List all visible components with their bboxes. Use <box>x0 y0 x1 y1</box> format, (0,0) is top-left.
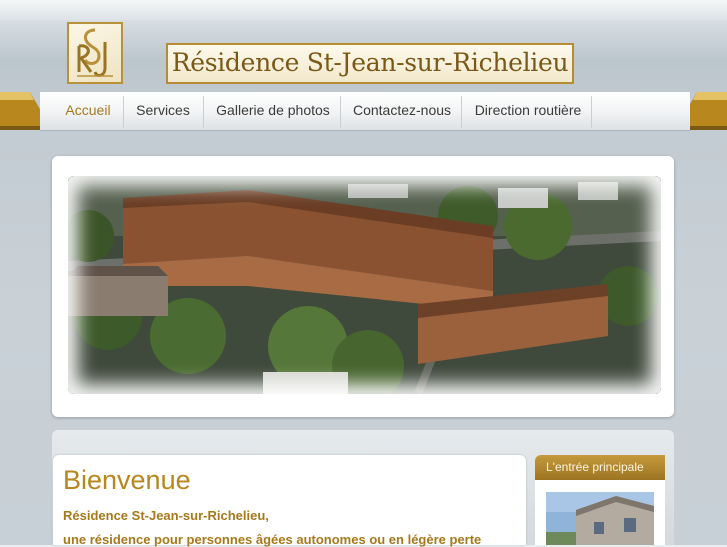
intro-line-1: Résidence St-Jean-sur-Richelieu, <box>63 508 269 523</box>
sidebar-title: L'entrée principale <box>546 460 644 474</box>
nav-divider <box>203 96 204 128</box>
main-content-panel: Bienvenue Résidence St-Jean-sur-Richelie… <box>53 455 526 547</box>
welcome-heading: Bienvenue <box>63 465 191 495</box>
site-title-banner: Résidence St-Jean-sur-Richelieu <box>166 43 574 84</box>
sidebar-panel <box>535 480 665 545</box>
hero-panel <box>52 156 674 417</box>
top-bar <box>0 0 727 20</box>
nav-divider <box>461 96 462 128</box>
hero-image <box>68 176 661 394</box>
nav-divider <box>591 96 592 128</box>
site-title: Résidence St-Jean-sur-Richelieu <box>171 48 569 77</box>
main-navigation: Accueil Services Gallerie de photos Cont… <box>40 92 690 131</box>
nav-divider <box>123 96 124 128</box>
nav-item-direction[interactable]: Direction routière <box>464 92 592 130</box>
nav-item-services[interactable]: Services <box>126 92 200 130</box>
sidebar-header: L'entrée principale <box>535 455 665 480</box>
nav-divider <box>340 96 341 128</box>
site-logo[interactable] <box>67 22 123 84</box>
nav-item-gallerie[interactable]: Gallerie de photos <box>206 92 340 130</box>
entrance-photo-icon <box>546 492 654 545</box>
entrance-image[interactable] <box>546 492 654 545</box>
rsj-monogram-icon <box>77 28 113 77</box>
nav-item-contact[interactable]: Contactez-nous <box>343 92 461 130</box>
hero-vignette <box>68 176 661 394</box>
nav-item-accueil[interactable]: Accueil <box>56 92 120 130</box>
